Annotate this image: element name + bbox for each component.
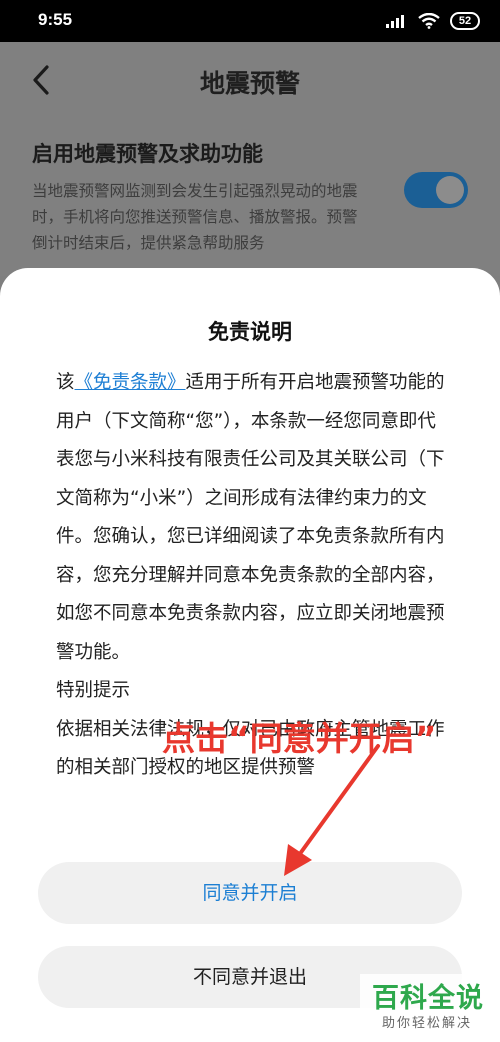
setting-description: 当地震预警网监测到会发生引起强烈晃动的地震时，手机将向您推送预警信息、播放警报。… xyxy=(32,182,358,252)
watermark: 百科全说 助你轻松解决 xyxy=(360,974,492,1036)
status-bar: 9:55 52 xyxy=(0,0,500,42)
battery-icon: 52 xyxy=(450,12,480,30)
paragraph-prefix: 该 xyxy=(56,372,75,393)
dialog-title: 免责说明 xyxy=(208,320,292,344)
dialog-body-scroll[interactable]: 该《免责条款》适用于所有开启地震预警功能的用户（下文简称“您”），本条款一经您同… xyxy=(56,364,452,838)
setting-title: 启用地震预警及求助功能 xyxy=(32,142,263,166)
status-time: 9:55 xyxy=(38,10,73,29)
signal-icon xyxy=(386,15,404,28)
disclaimer-dialog: 免责说明 该《免责条款》适用于所有开启地震预警功能的用户（下文简称“您”），本条… xyxy=(0,268,500,1042)
paragraph-text: 适用于所有开启地震预警功能的用户（下文简称“您”），本条款一经您同意即代表您与小… xyxy=(56,372,445,663)
page-title: 地震预警 xyxy=(199,69,300,98)
disclaimer-paragraph: 该《免责条款》适用于所有开启地震预警功能的用户（下文简称“您”），本条款一经您同… xyxy=(56,364,452,672)
watermark-slogan: 助你轻松解决 xyxy=(382,1016,473,1031)
toggle-knob xyxy=(436,176,464,204)
status-icons: 52 xyxy=(386,11,480,31)
earthquake-warning-setting: 启用地震预警及求助功能 当地震预警网监测到会发生引起强烈晃动的地震时，手机将向您… xyxy=(0,116,500,276)
watermark-logo-text: 百科全说 xyxy=(372,983,484,1014)
agree-button[interactable]: 同意并开启 xyxy=(38,862,462,924)
enable-toggle[interactable] xyxy=(404,172,468,208)
note-heading: 特别提示 xyxy=(56,680,131,701)
terms-link[interactable]: 《免责条款》 xyxy=(75,372,186,393)
annotation-arrow-icon xyxy=(284,744,380,876)
wifi-icon xyxy=(418,13,440,29)
top-bar: 地震预警 xyxy=(0,42,500,116)
